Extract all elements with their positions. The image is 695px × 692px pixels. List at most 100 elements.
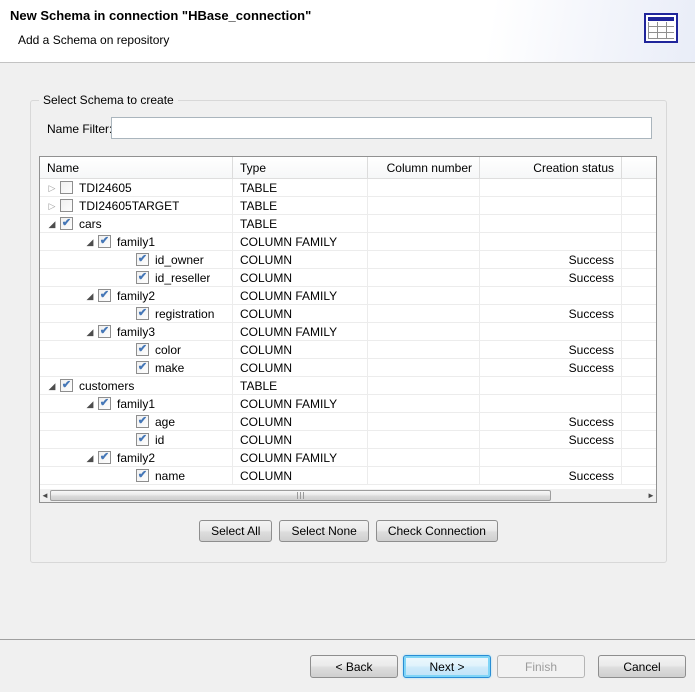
- extra-cell: [622, 233, 656, 250]
- scrollbar-right-arrow-icon[interactable]: ►: [646, 489, 656, 502]
- row-name: family3: [117, 325, 155, 339]
- extra-cell: [622, 413, 656, 430]
- type-cell: COLUMN: [233, 431, 368, 448]
- row-checkbox[interactable]: [60, 181, 73, 194]
- type-cell: COLUMN: [233, 269, 368, 286]
- scrollbar-grip-icon: [297, 492, 305, 499]
- table-row[interactable]: ◢✔carsTABLE: [40, 215, 656, 233]
- finish-button[interactable]: Finish: [497, 655, 585, 678]
- table-row[interactable]: ◢✔family1COLUMN FAMILY: [40, 395, 656, 413]
- table-row[interactable]: ✔idCOLUMNSuccess: [40, 431, 656, 449]
- column-header-type[interactable]: Type: [233, 157, 368, 178]
- row-name: TDI24605: [79, 181, 132, 195]
- extra-cell: [622, 269, 656, 286]
- row-checkbox[interactable]: [60, 199, 73, 212]
- select-none-button[interactable]: Select None: [279, 520, 368, 542]
- column-header-name[interactable]: Name: [40, 157, 233, 178]
- column-number-cell: [368, 251, 480, 268]
- new-schema-wizard-dialog: New Schema in connection "HBase_connecti…: [0, 0, 695, 692]
- tree-expanded-expander-icon[interactable]: ◢: [82, 396, 98, 412]
- column-header-extra: [622, 157, 656, 178]
- tree-expanded-expander-icon[interactable]: ◢: [44, 378, 60, 394]
- tree-expanded-expander-icon[interactable]: ◢: [82, 450, 98, 466]
- back-button[interactable]: < Back: [310, 655, 398, 678]
- type-cell: TABLE: [233, 179, 368, 196]
- row-name: family1: [117, 397, 155, 411]
- row-checkbox[interactable]: ✔: [98, 397, 111, 410]
- extra-cell: [622, 287, 656, 304]
- column-number-cell: [368, 179, 480, 196]
- table-row[interactable]: ✔id_ownerCOLUMNSuccess: [40, 251, 656, 269]
- row-name: make: [155, 361, 184, 375]
- extra-cell: [622, 359, 656, 376]
- table-row[interactable]: ◢✔family3COLUMN FAMILY: [40, 323, 656, 341]
- tree-expanded-expander-icon[interactable]: ◢: [82, 324, 98, 340]
- row-checkbox[interactable]: ✔: [60, 217, 73, 230]
- row-checkbox[interactable]: ✔: [98, 325, 111, 338]
- check-connection-button[interactable]: Check Connection: [376, 520, 498, 542]
- column-number-cell: [368, 359, 480, 376]
- creation-status-cell: Success: [480, 467, 622, 484]
- row-name: id_owner: [155, 253, 204, 267]
- row-name: TDI24605TARGET: [79, 199, 179, 213]
- table-row[interactable]: ◢✔family1COLUMN FAMILY: [40, 233, 656, 251]
- row-name: cars: [79, 217, 102, 231]
- table-row[interactable]: ✔registrationCOLUMNSuccess: [40, 305, 656, 323]
- tree-expanded-expander-icon[interactable]: ◢: [44, 216, 60, 232]
- row-checkbox[interactable]: ✔: [136, 361, 149, 374]
- creation-status-cell: Success: [480, 251, 622, 268]
- table-row[interactable]: ✔ageCOLUMNSuccess: [40, 413, 656, 431]
- creation-status-cell: Success: [480, 359, 622, 376]
- table-row[interactable]: ✔colorCOLUMNSuccess: [40, 341, 656, 359]
- next-button[interactable]: Next >: [403, 655, 491, 678]
- table-row[interactable]: ◢✔family2COLUMN FAMILY: [40, 449, 656, 467]
- scrollbar-left-arrow-icon[interactable]: ◄: [40, 489, 50, 502]
- table-grid-icon: [644, 13, 678, 43]
- tree-collapsed-expander-icon[interactable]: ▷: [44, 180, 60, 196]
- row-checkbox[interactable]: ✔: [60, 379, 73, 392]
- type-cell: COLUMN: [233, 305, 368, 322]
- row-checkbox[interactable]: ✔: [136, 469, 149, 482]
- column-header-column-number[interactable]: Column number: [368, 157, 480, 178]
- column-number-cell: [368, 269, 480, 286]
- row-checkbox[interactable]: ✔: [136, 433, 149, 446]
- row-name: customers: [79, 379, 134, 393]
- tree-expanded-expander-icon[interactable]: ◢: [82, 234, 98, 250]
- wizard-banner: New Schema in connection "HBase_connecti…: [0, 0, 695, 63]
- type-cell: TABLE: [233, 377, 368, 394]
- tree-expanded-expander-icon[interactable]: ◢: [82, 288, 98, 304]
- table-row[interactable]: ✔id_resellerCOLUMNSuccess: [40, 269, 656, 287]
- row-name: family2: [117, 451, 155, 465]
- table-row[interactable]: ◢✔family2COLUMN FAMILY: [40, 287, 656, 305]
- horizontal-scrollbar[interactable]: ◄ ►: [40, 489, 656, 502]
- name-filter-input[interactable]: [111, 117, 652, 139]
- extra-cell: [622, 377, 656, 394]
- table-row[interactable]: ▷TDI24605TARGETTABLE: [40, 197, 656, 215]
- table-row[interactable]: ✔makeCOLUMNSuccess: [40, 359, 656, 377]
- column-number-cell: [368, 233, 480, 250]
- column-header-creation-status[interactable]: Creation status: [480, 157, 622, 178]
- type-cell: COLUMN: [233, 341, 368, 358]
- tree-collapsed-expander-icon[interactable]: ▷: [44, 198, 60, 214]
- select-all-button[interactable]: Select All: [199, 520, 272, 542]
- extra-cell: [622, 395, 656, 412]
- row-checkbox[interactable]: ✔: [136, 307, 149, 320]
- name-cell: ✔ make: [40, 359, 233, 376]
- row-checkbox[interactable]: ✔: [136, 271, 149, 284]
- row-checkbox[interactable]: ✔: [98, 451, 111, 464]
- cancel-button[interactable]: Cancel: [598, 655, 686, 678]
- table-row[interactable]: ✔nameCOLUMNSuccess: [40, 467, 656, 485]
- row-checkbox[interactable]: ✔: [136, 253, 149, 266]
- column-number-cell: [368, 305, 480, 322]
- name-cell: ◢✔ family3: [40, 323, 233, 340]
- row-checkbox[interactable]: ✔: [136, 343, 149, 356]
- row-checkbox[interactable]: ✔: [98, 235, 111, 248]
- row-checkbox[interactable]: ✔: [136, 415, 149, 428]
- extra-cell: [622, 431, 656, 448]
- creation-status-cell: [480, 197, 622, 214]
- creation-status-cell: [480, 449, 622, 466]
- table-row[interactable]: ▷ TDI24605 TABLE: [40, 179, 656, 197]
- scrollbar-thumb[interactable]: [50, 490, 551, 501]
- table-row[interactable]: ◢✔ customers TABLE: [40, 377, 656, 395]
- row-checkbox[interactable]: ✔: [98, 289, 111, 302]
